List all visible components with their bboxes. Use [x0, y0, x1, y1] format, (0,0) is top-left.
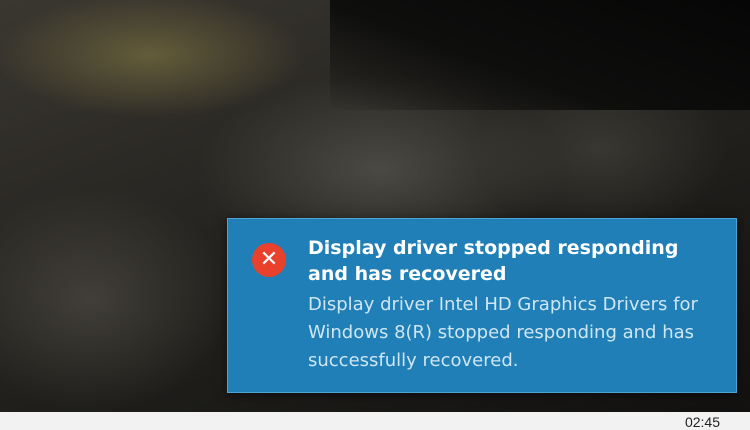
error-icon: ✕: [252, 243, 286, 277]
notification-toast[interactable]: ✕ Display driver stopped responding and …: [227, 218, 737, 393]
wallpaper-sky: [330, 0, 750, 110]
notification-body: Display driver Intel HD Graphics Drivers…: [308, 294, 698, 371]
notification-title: Display driver stopped responding and ha…: [308, 237, 679, 285]
desktop-screen: ✕ Display driver stopped responding and …: [0, 0, 750, 430]
taskbar-clock[interactable]: 02:45: [685, 414, 720, 430]
taskbar: 02:45: [0, 412, 750, 430]
